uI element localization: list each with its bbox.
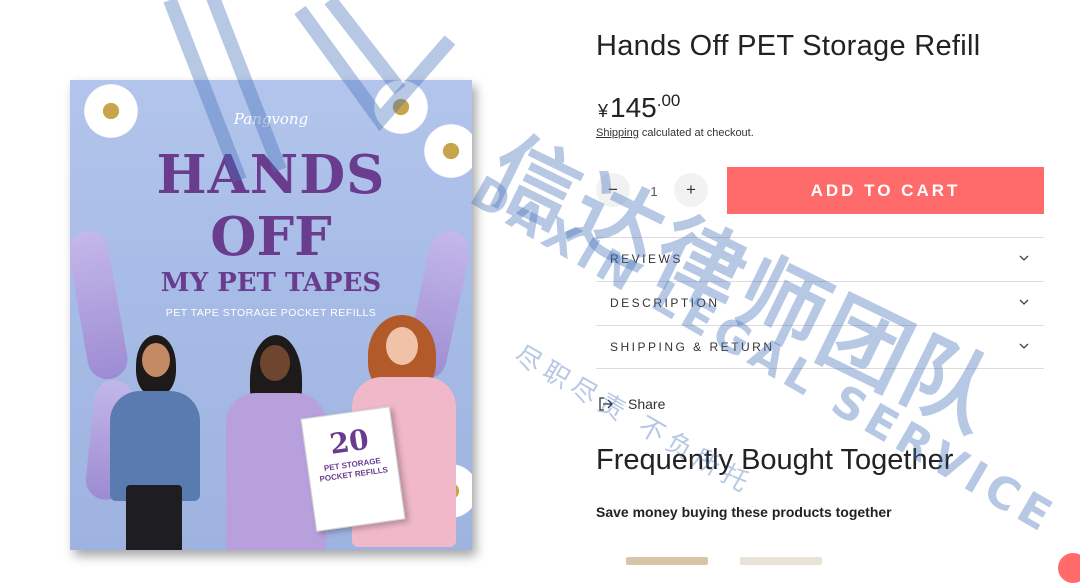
bought-together-title: Frequently Bought Together: [596, 444, 954, 476]
product-title: Hands Off PET Storage Refill: [596, 30, 981, 62]
illustrated-figure-left: [100, 335, 210, 550]
flower-decoration: [370, 80, 432, 138]
image-title-line: HANDS: [156, 144, 386, 206]
quantity-input[interactable]: [636, 178, 672, 204]
product-image[interactable]: Pangvong HANDS OFF MY PET TAPES PET TAPE…: [70, 80, 472, 550]
image-title-line: OFF: [210, 206, 332, 268]
accordion-label: SHIPPING & RETURN: [610, 340, 775, 354]
shipping-note-text: calculated at checkout.: [638, 127, 754, 139]
refill-pack-illustration: 20 PET STORAGE POCKET REFILLS: [300, 406, 406, 532]
accordion-reviews[interactable]: REVIEWS: [596, 237, 1044, 281]
bundle-product-thumbnail[interactable]: [626, 557, 708, 565]
bought-together-subtitle: Save money buying these products togethe…: [596, 504, 892, 520]
shipping-link[interactable]: Shipping: [596, 127, 639, 139]
add-to-cart-button[interactable]: ADD TO CART: [727, 167, 1044, 214]
accordion-shipping-return[interactable]: SHIPPING & RETURN: [596, 325, 1044, 369]
product-price: ¥145.00: [598, 91, 681, 124]
share-label: Share: [628, 396, 666, 412]
accordion-label: REVIEWS: [610, 252, 683, 266]
image-brand-text: Pangvong: [233, 110, 309, 128]
price-whole: 145: [610, 92, 657, 123]
quantity-decrease-button[interactable]: −: [596, 173, 630, 207]
chat-widget-button[interactable]: [1058, 553, 1080, 583]
quantity-increase-button[interactable]: +: [674, 173, 708, 207]
accordion-label: DESCRIPTION: [610, 296, 720, 310]
image-title-line: MY PET TAPES: [160, 268, 382, 298]
accordion-description[interactable]: DESCRIPTION: [596, 281, 1044, 325]
chevron-down-icon: [1019, 299, 1029, 305]
chevron-down-icon: [1019, 255, 1029, 261]
shipping-note: Shipping calculated at checkout.: [596, 127, 754, 139]
chevron-down-icon: [1019, 343, 1029, 349]
price-currency: ¥: [598, 101, 609, 121]
bundle-product-thumbnail[interactable]: [740, 557, 822, 565]
price-decimal: .00: [656, 91, 681, 110]
accordion-divider: [596, 368, 1044, 369]
share-icon: [599, 397, 613, 411]
